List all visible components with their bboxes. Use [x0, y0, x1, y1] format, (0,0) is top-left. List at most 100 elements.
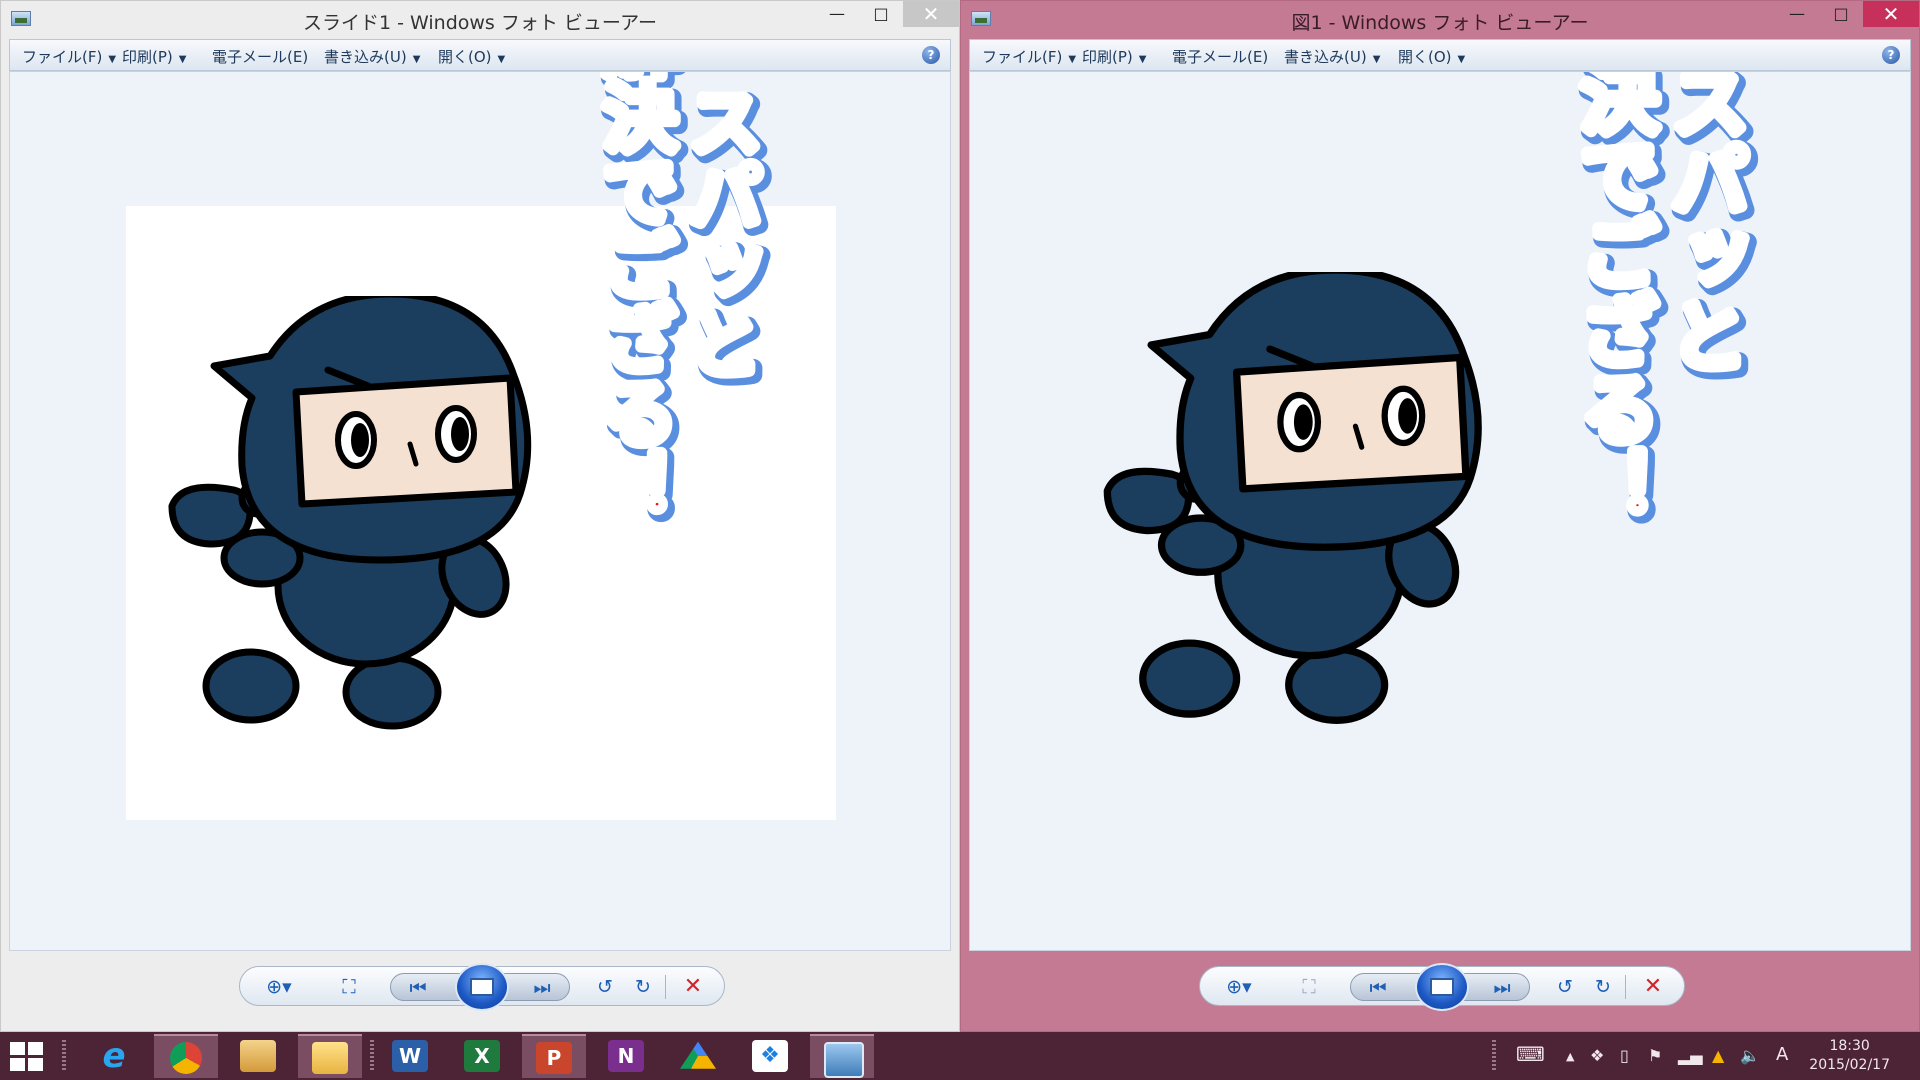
- taskbar-grip[interactable]: [1492, 1040, 1496, 1072]
- toolbar-pill: ⊕▾ ⛶ ⏮ ⏭ ↺ ↻ ✕: [1199, 963, 1685, 1011]
- chrome-icon: [170, 1042, 202, 1074]
- ninja-mascot: [166, 296, 586, 766]
- maximize-button[interactable]: □: [1819, 1, 1863, 27]
- taskbar-photo-viewer[interactable]: [810, 1034, 874, 1078]
- start-button[interactable]: [8, 1040, 46, 1072]
- title-bar[interactable]: スライド1 - Windows フォト ビューアー — □ ✕: [1, 1, 959, 39]
- clock[interactable]: 18:30 2015/02/17: [1809, 1037, 1890, 1075]
- taskbar-onenote[interactable]: N: [594, 1034, 658, 1078]
- windows-logo-icon: [10, 1058, 25, 1071]
- slogan-text: スパッと スパッと 解決でござる！ 解決でござる！: [1563, 72, 1770, 822]
- slogan-line-right: スパッと: [1658, 71, 1748, 374]
- taskbar-excel[interactable]: X: [450, 1034, 514, 1078]
- image-viewport[interactable]: スパッと スパッと 解決でござる！ 解決でござる！: [969, 71, 1911, 951]
- google-drive-tray-icon[interactable]: ▲: [1712, 1046, 1724, 1065]
- menu-open[interactable]: 開く(O) ▼: [1398, 46, 1465, 67]
- flag-icon[interactable]: ⚑: [1648, 1046, 1662, 1065]
- chevron-down-icon: ▼: [1372, 54, 1381, 65]
- taskbar-dropbox[interactable]: ❖: [738, 1034, 802, 1078]
- fit-window-icon[interactable]: ⛶: [334, 973, 364, 1001]
- title-bar[interactable]: 図1 - Windows フォト ビューアー — □ ✕: [961, 1, 1919, 39]
- menu-print[interactable]: 印刷(P) ▼: [1082, 46, 1146, 67]
- menu-open-label: 開く(O): [1398, 48, 1452, 66]
- taskbar-grip[interactable]: [62, 1040, 66, 1072]
- menu-burn-label: 書き込み(U): [1284, 48, 1367, 66]
- chevron-down-icon: ▼: [412, 54, 421, 65]
- chevron-up-icon[interactable]: ▲: [1566, 1050, 1574, 1063]
- menu-open-label: 開く(O): [438, 48, 492, 66]
- ime-indicator[interactable]: A: [1776, 1044, 1788, 1065]
- menu-print[interactable]: 印刷(P) ▼: [122, 46, 186, 67]
- menu-email[interactable]: 電子メール(E): [212, 46, 308, 67]
- toolbar-pill: ⊕▾ ⛶ ⏮ ⏭ ↺ ↻ ✕: [239, 963, 725, 1011]
- keyboard-icon[interactable]: ⌨: [1516, 1042, 1545, 1066]
- menu-file-label: ファイル(F): [22, 48, 103, 66]
- menu-file[interactable]: ファイル(F) ▼: [22, 46, 116, 67]
- taskbar-chrome[interactable]: [154, 1034, 218, 1078]
- clock-date: 2015/02/17: [1809, 1057, 1890, 1073]
- rotate-cw-icon[interactable]: ↻: [1588, 973, 1618, 1001]
- taskbar-grip[interactable]: [370, 1040, 374, 1072]
- windows-logo-icon: [10, 1042, 25, 1055]
- delete-icon[interactable]: ✕: [678, 973, 708, 1001]
- fit-window-icon[interactable]: ⛶: [1294, 973, 1324, 1001]
- windows-logo-icon: [28, 1058, 43, 1071]
- rotate-ccw-icon[interactable]: ↺: [1550, 973, 1580, 1001]
- menu-burn[interactable]: 書き込み(U) ▼: [1284, 46, 1380, 67]
- chevron-down-icon: ▼: [1457, 54, 1466, 65]
- dropbox-tray-icon[interactable]: ❖: [1590, 1046, 1604, 1065]
- help-icon[interactable]: ?: [922, 46, 940, 64]
- menu-burn[interactable]: 書き込み(U) ▼: [324, 46, 420, 67]
- minimize-button[interactable]: —: [1775, 1, 1819, 27]
- toolbar-separator: [1625, 975, 1626, 999]
- previous-icon[interactable]: ⏮: [1363, 974, 1393, 1002]
- zoom-icon[interactable]: ⊕▾: [264, 973, 294, 1001]
- ninja-mascot: [1100, 272, 1540, 762]
- chevron-down-icon: ▼: [497, 54, 506, 65]
- menu-file[interactable]: ファイル(F) ▼: [982, 46, 1076, 67]
- menu-email[interactable]: 電子メール(E): [1172, 46, 1268, 67]
- rotate-ccw-icon[interactable]: ↺: [590, 973, 620, 1001]
- taskbar-word[interactable]: W: [378, 1034, 442, 1078]
- taskbar-powerpoint[interactable]: P: [522, 1034, 586, 1078]
- menu-burn-label: 書き込み(U): [324, 48, 407, 66]
- taskbar-photo-gallery[interactable]: [226, 1034, 290, 1078]
- word-icon: W: [392, 1040, 428, 1072]
- close-button[interactable]: ✕: [903, 1, 959, 27]
- zoom-icon[interactable]: ⊕▾: [1224, 973, 1254, 1001]
- slogan-line-left: 解決でござる！: [1568, 71, 1659, 525]
- previous-icon[interactable]: ⏮: [403, 974, 433, 1002]
- next-icon[interactable]: ⏭: [1487, 974, 1517, 1002]
- excel-icon: X: [464, 1040, 500, 1072]
- next-icon[interactable]: ⏭: [527, 974, 557, 1002]
- battery-icon[interactable]: ▯: [1620, 1046, 1629, 1065]
- menu-print-label: 印刷(P): [1082, 48, 1133, 66]
- close-button[interactable]: ✕: [1863, 1, 1919, 27]
- menu-open[interactable]: 開く(O) ▼: [438, 46, 505, 67]
- viewer-toolbar: ⊕▾ ⛶ ⏮ ⏭ ↺ ↻ ✕: [1, 963, 959, 1011]
- image-viewport[interactable]: スパッと スパッと 解決でござる！ 解決でござる！: [9, 71, 951, 951]
- maximize-button[interactable]: □: [859, 1, 903, 27]
- delete-icon[interactable]: ✕: [1638, 973, 1668, 1001]
- minimize-button[interactable]: —: [815, 1, 859, 27]
- slideshow-icon[interactable]: [1415, 963, 1469, 1011]
- rotate-cw-icon[interactable]: ↻: [628, 973, 658, 1001]
- slide-image: スパッと スパッと 解決でござる！ 解決でござる！: [126, 72, 836, 820]
- chevron-down-icon: ▼: [178, 54, 187, 65]
- taskbar-file-explorer[interactable]: [298, 1034, 362, 1078]
- taskbar: e W X P N ❖ ⌨ ▲ ❖ ▯ ⚑ ▂▄ ▲ 🔈 A 18:30 201…: [0, 1032, 1920, 1080]
- viewer-toolbar: ⊕▾ ⛶ ⏮ ⏭ ↺ ↻ ✕: [961, 963, 1919, 1011]
- photo-gallery-icon: [240, 1040, 276, 1072]
- menu-print-label: 印刷(P): [122, 48, 173, 66]
- dropbox-icon: ❖: [752, 1040, 788, 1072]
- volume-icon[interactable]: 🔈: [1740, 1046, 1760, 1065]
- slogan-line-right: スパッと: [676, 84, 762, 380]
- slideshow-icon[interactable]: [455, 963, 509, 1011]
- slogan-line-left: 解決でござる！: [591, 71, 677, 523]
- taskbar-google-drive[interactable]: [666, 1034, 730, 1078]
- menu-bar: ファイル(F) ▼ 印刷(P) ▼ 電子メール(E) 書き込み(U) ▼ 開く(O) ▼…: [9, 39, 951, 71]
- help-icon[interactable]: ?: [1882, 46, 1900, 64]
- menu-file-label: ファイル(F): [982, 48, 1063, 66]
- taskbar-internet-explorer[interactable]: e: [82, 1034, 146, 1078]
- signal-icon[interactable]: ▂▄: [1678, 1046, 1703, 1065]
